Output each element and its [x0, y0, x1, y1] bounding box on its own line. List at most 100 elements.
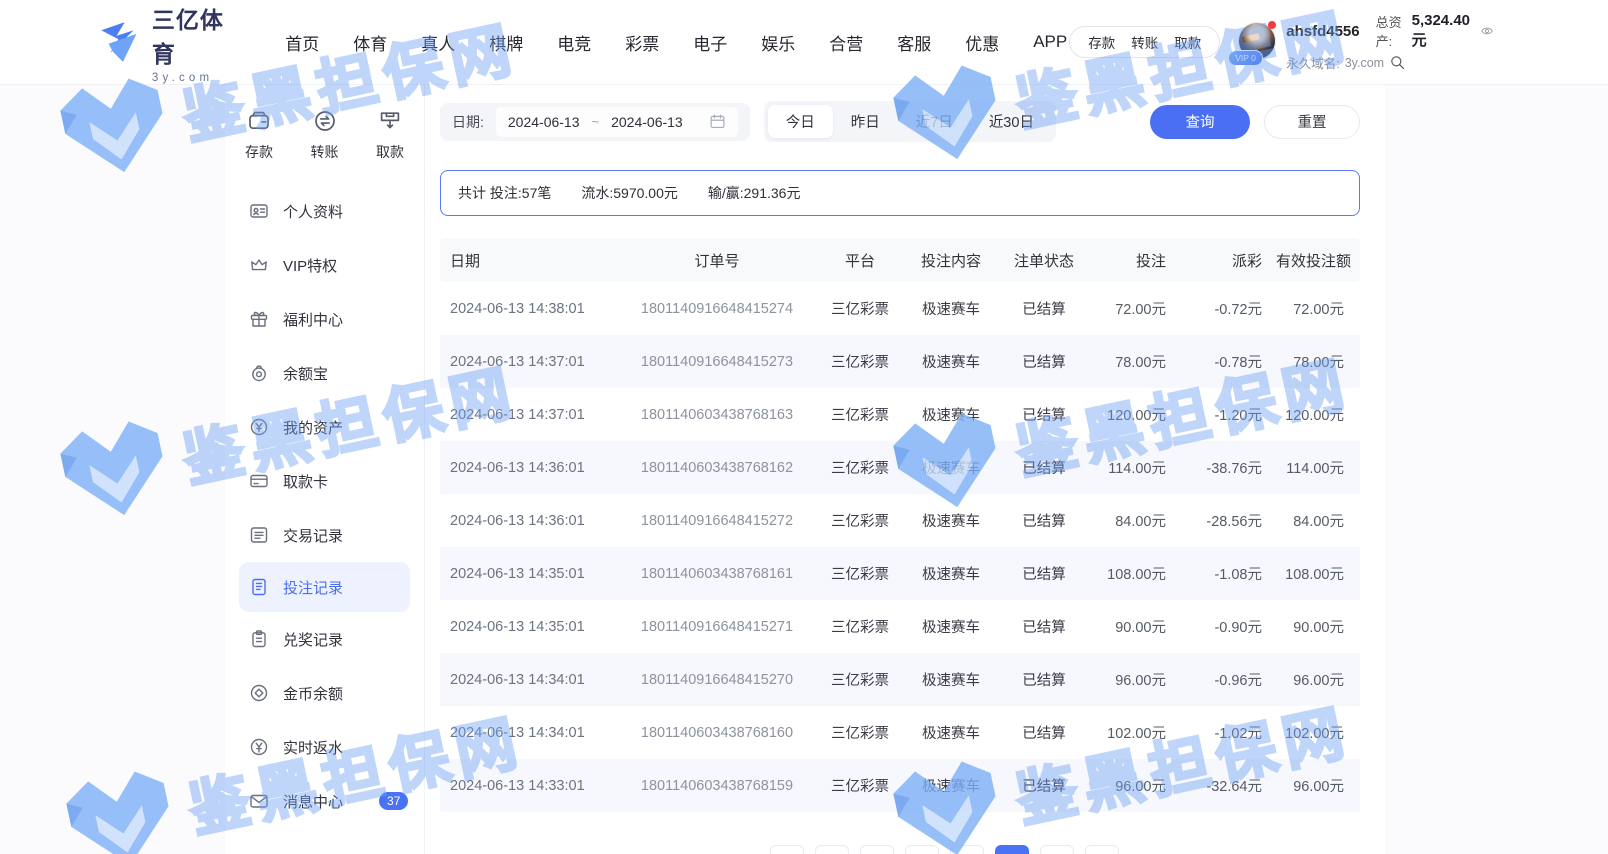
table-cell: 三亿彩票 [816, 298, 904, 319]
sidebar-item[interactable]: 实时返水 [239, 720, 410, 774]
brand[interactable]: 三亿体育 3y.com [95, 1, 235, 84]
page-button[interactable] [860, 845, 894, 854]
summary-segment: 共计 投注:57笔 [458, 183, 551, 203]
column-header: 派彩 [1176, 250, 1272, 271]
nav-item[interactable]: 彩票 [623, 24, 661, 61]
table-cell: 三亿彩票 [816, 351, 904, 372]
table-row: 2024-06-13 14:38:011801140916648415274三亿… [440, 282, 1360, 335]
table-cell: -0.78元 [1176, 351, 1272, 372]
page-button[interactable] [1040, 845, 1074, 854]
table-cell: 已结算 [998, 616, 1090, 637]
sidebar-item[interactable]: 消息中心37 [239, 774, 410, 828]
quick-action-label: 转账 [311, 142, 339, 162]
table-cell: 84.00元 [1090, 510, 1176, 531]
eye-icon[interactable] [1478, 24, 1496, 38]
sidebar-item[interactable]: 我的资产 [239, 400, 410, 454]
sidebar-item[interactable]: 金币余额 [239, 666, 410, 720]
table-cell: 1801140603438768163 [618, 407, 816, 423]
page-button[interactable] [815, 845, 849, 854]
table-cell: 2024-06-13 14:36:01 [440, 460, 618, 476]
column-header: 注单状态 [998, 250, 1090, 271]
quick-action[interactable]: 转账 [311, 109, 339, 162]
page-button[interactable] [995, 845, 1029, 854]
quick-action-label: 存款 [245, 142, 273, 162]
assets-value: 5,324.40元 [1412, 12, 1470, 50]
nav-item[interactable]: 合营 [827, 24, 865, 61]
coin-purse-icon [249, 363, 269, 383]
bet-record-icon [249, 577, 269, 597]
table-cell: 2024-06-13 14:34:01 [440, 672, 618, 688]
sidebar-item-label: 余额宝 [283, 363, 328, 384]
assets-icon [249, 417, 269, 437]
nav-item[interactable]: 真人 [419, 24, 457, 61]
wallet-action[interactable]: 转账 [1131, 32, 1158, 52]
table-cell: 三亿彩票 [816, 510, 904, 531]
search-icon[interactable] [1389, 54, 1406, 71]
date-range-input[interactable]: 2024-06-13 ~ 2024-06-13 [496, 107, 738, 137]
table-cell: 78.00元 [1090, 351, 1176, 372]
date-range-control: 日期: 2024-06-13 ~ 2024-06-13 [440, 103, 750, 141]
nav-item[interactable]: 首页 [283, 24, 321, 61]
table-cell: 2024-06-13 14:36:01 [440, 513, 618, 529]
sidebar-item[interactable]: 余额宝 [239, 346, 410, 400]
sidebar-item-label: 实时返水 [283, 737, 343, 758]
quick-action[interactable]: 存款 [245, 109, 273, 162]
table-cell: 2024-06-13 14:37:01 [440, 407, 618, 423]
range-option[interactable]: 昨日 [833, 105, 898, 138]
table-cell: 102.00元 [1272, 722, 1360, 743]
table-cell: 已结算 [998, 351, 1090, 372]
page-button[interactable] [905, 845, 939, 854]
nav-item[interactable]: 电子 [691, 24, 729, 61]
sidebar-item-label: 我的资产 [283, 417, 343, 438]
table-cell: 已结算 [998, 669, 1090, 690]
date-to[interactable]: 2024-06-13 [611, 114, 683, 130]
nav-item[interactable]: APP [1031, 26, 1069, 58]
table-body: 2024-06-13 14:38:011801140916648415274三亿… [440, 282, 1360, 812]
range-option[interactable]: 今日 [768, 105, 833, 138]
nav-item[interactable]: 娱乐 [759, 24, 797, 61]
table-cell: 84.00元 [1272, 510, 1360, 531]
nav-item[interactable]: 棋牌 [487, 24, 525, 61]
sidebar-item[interactable]: 投注记录 [239, 562, 410, 612]
nav-item[interactable]: 客服 [895, 24, 933, 61]
sidebar-item[interactable]: 交易记录 [239, 508, 410, 562]
table-cell: -0.96元 [1176, 669, 1272, 690]
table-row: 2024-06-13 14:34:011801140603438768160三亿… [440, 706, 1360, 759]
date-from[interactable]: 2024-06-13 [508, 114, 580, 130]
nav-item[interactable]: 优惠 [963, 24, 1001, 61]
deposit-wallet-icon [247, 109, 271, 133]
prize-record-icon [249, 629, 269, 649]
table-cell: 1801140603438768161 [618, 566, 816, 582]
sidebar-item[interactable]: VIP特权 [239, 238, 410, 292]
bet-records-table: 日期订单号平台投注内容注单状态投注派彩有效投注额 2024-06-13 14:3… [440, 238, 1360, 812]
nav-item[interactable]: 体育 [351, 24, 389, 61]
wallet-action[interactable]: 取款 [1174, 32, 1201, 52]
quick-action[interactable]: 取款 [376, 109, 404, 162]
watermark-logo-icon [51, 407, 179, 535]
table-cell: 极速赛车 [904, 669, 998, 690]
bank-card-icon [249, 471, 269, 491]
sidebar-item[interactable]: 取款卡 [239, 454, 410, 508]
sidebar-item[interactable]: 兑奖记录 [239, 612, 410, 666]
table-cell: 96.00元 [1272, 775, 1360, 796]
table-cell: -1.08元 [1176, 563, 1272, 584]
sidebar-item[interactable]: 福利中心 [239, 292, 410, 346]
table-cell: 78.00元 [1272, 351, 1360, 372]
table-cell: 已结算 [998, 298, 1090, 319]
table-cell: 三亿彩票 [816, 722, 904, 743]
calendar-icon[interactable] [709, 113, 726, 130]
nav-item[interactable]: 电竞 [555, 24, 593, 61]
sidebar-item[interactable]: 个人资料 [239, 184, 410, 238]
range-option[interactable]: 近7日 [898, 105, 971, 138]
wallet-action[interactable]: 存款 [1088, 32, 1115, 52]
table-cell: 114.00元 [1272, 457, 1360, 478]
page-button[interactable] [1085, 845, 1119, 854]
range-option[interactable]: 近30日 [971, 105, 1052, 138]
brand-domain: 3y.com [152, 72, 235, 84]
table-cell: 1801140916648415272 [618, 513, 816, 529]
table-cell: 极速赛车 [904, 457, 998, 478]
page-button[interactable] [770, 845, 804, 854]
reset-button[interactable]: 重置 [1264, 105, 1360, 139]
query-button[interactable]: 查询 [1150, 105, 1250, 139]
page-button[interactable] [950, 845, 984, 854]
